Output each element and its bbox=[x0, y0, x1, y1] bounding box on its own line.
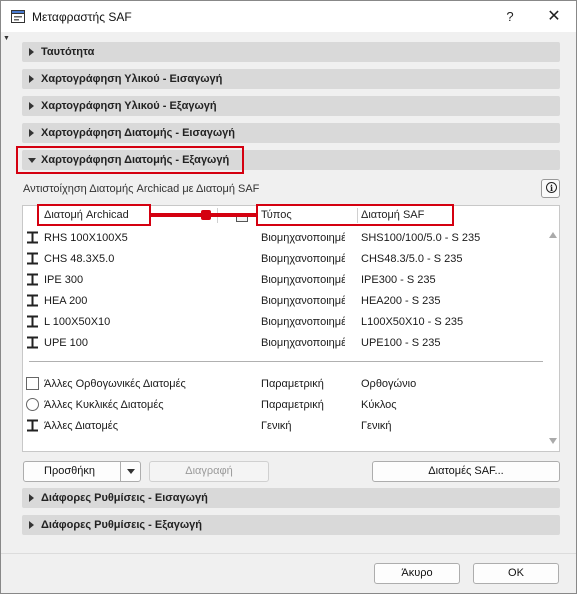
title-bar: Μεταφραστής SAF ? ✕ bbox=[1, 1, 576, 32]
footer-divider bbox=[1, 553, 576, 554]
cell-archicad: Άλλες Διατομές bbox=[44, 420, 118, 432]
info-button[interactable]: i bbox=[541, 179, 560, 198]
list-divider bbox=[29, 361, 543, 362]
cell-type: Γενική bbox=[261, 420, 292, 432]
cell-archicad: CHS 48.3X5.0 bbox=[44, 253, 115, 265]
table-row[interactable]: CHS 48.3X5.0 Βιομηχανοποιημένη CHS48.3/5… bbox=[23, 249, 543, 269]
section-label: Χαρτογράφηση Διατομής - Εισαγωγή bbox=[41, 127, 236, 139]
section-misc-import[interactable]: Διάφορες Ρυθμίσεις - Εισαγωγή bbox=[22, 488, 560, 508]
triangle-right-icon bbox=[29, 75, 34, 83]
circle-profile-icon bbox=[26, 398, 39, 411]
add-dropdown-arrow[interactable] bbox=[120, 462, 141, 481]
cell-type: Βιομηχανοποιημένη bbox=[261, 253, 345, 265]
section-label: Χαρτογράφηση Υλικού - Εισαγωγή bbox=[41, 73, 223, 85]
i-beam-icon bbox=[27, 315, 38, 328]
triangle-right-icon bbox=[29, 129, 34, 137]
cell-archicad: L 100X50X10 bbox=[44, 316, 111, 328]
section-material-export[interactable]: Χαρτογράφηση Υλικού - Εξαγωγή bbox=[22, 96, 560, 116]
cell-saf: SHS100/100/5.0 - S 235 bbox=[361, 232, 481, 244]
ok-button[interactable]: OK bbox=[473, 563, 559, 584]
cell-archicad: HEA 200 bbox=[44, 295, 88, 307]
add-button[interactable]: Προσθήκη bbox=[23, 461, 141, 482]
help-button[interactable]: ? bbox=[495, 1, 525, 32]
cell-type: Βιομηχανοποιημένη bbox=[261, 295, 345, 307]
delete-button[interactable]: Διαγραφή bbox=[149, 461, 269, 482]
triangle-right-icon bbox=[29, 494, 34, 502]
cell-type: Παραμετρική bbox=[261, 378, 324, 390]
cell-saf: HEA200 - S 235 bbox=[361, 295, 441, 307]
section-misc-export[interactable]: Διάφορες Ρυθμίσεις - Εξαγωγή bbox=[22, 515, 560, 535]
cancel-button[interactable]: Άκυρο bbox=[374, 563, 460, 584]
i-beam-icon bbox=[27, 419, 38, 432]
app-icon bbox=[11, 10, 25, 23]
saf-translator-dialog: Μεταφραστής SAF ? ✕ ▼ Ταυτότητα Χαρτογρά… bbox=[0, 0, 577, 594]
cell-archicad: Άλλες Κυκλικές Διατομές bbox=[44, 399, 164, 411]
table-row[interactable]: RHS 100X100X5 Βιομηχανοποιημένη SHS100/1… bbox=[23, 228, 543, 248]
annotation-connector-node bbox=[201, 210, 211, 220]
table-row-other-rect[interactable]: Άλλες Ορθογωνικές Διατομές Παραμετρική Ο… bbox=[23, 374, 543, 394]
scroll-down-arrow-icon[interactable] bbox=[549, 438, 557, 444]
table-row[interactable]: IPE 300 Βιομηχανοποιημένη IPE300 - S 235 bbox=[23, 270, 543, 290]
scroll-up-arrow-icon[interactable] bbox=[549, 232, 557, 238]
mapping-subtitle: Αντιστοίχηση Διατομής Archicad με Διατομ… bbox=[23, 183, 260, 195]
window-title: Μεταφραστής SAF bbox=[32, 10, 132, 24]
chevron-down-icon bbox=[127, 469, 135, 474]
cell-archicad: UPE 100 bbox=[44, 337, 89, 349]
cell-saf: CHS48.3/5.0 - S 235 bbox=[361, 253, 463, 265]
cell-saf: IPE300 - S 235 bbox=[361, 274, 436, 286]
i-beam-icon bbox=[27, 252, 38, 265]
info-icon: i bbox=[546, 182, 557, 193]
cell-saf: UPE100 - S 235 bbox=[361, 337, 441, 349]
cell-type: Βιομηχανοποιημένη bbox=[261, 232, 345, 244]
section-identity[interactable]: Ταυτότητα bbox=[22, 42, 560, 62]
triangle-right-icon bbox=[29, 102, 34, 110]
cell-saf: Ορθογώνιο bbox=[361, 378, 417, 390]
triangle-right-icon bbox=[29, 521, 34, 529]
i-beam-icon bbox=[27, 294, 38, 307]
table-row-other-generic[interactable]: Άλλες Διατομές Γενική Γενική bbox=[23, 416, 543, 436]
section-label: Διάφορες Ρυθμίσεις - Εισαγωγή bbox=[41, 492, 208, 504]
cell-saf: Κύκλος bbox=[361, 399, 397, 411]
section-label: Ταυτότητα bbox=[41, 46, 95, 58]
table-row[interactable]: L 100X50X10 Βιομηχανοποιημένη L100X50X10… bbox=[23, 312, 543, 332]
saf-profiles-button[interactable]: Διατομές SAF... bbox=[372, 461, 560, 482]
cell-saf: L100X50X10 - S 235 bbox=[361, 316, 464, 328]
highlight-box-archicad bbox=[37, 204, 151, 226]
section-label: Διάφορες Ρυθμίσεις - Εξαγωγή bbox=[41, 519, 202, 531]
close-button[interactable]: ✕ bbox=[537, 1, 571, 32]
section-label: Χαρτογράφηση Υλικού - Εξαγωγή bbox=[41, 100, 217, 112]
i-beam-icon bbox=[27, 336, 38, 349]
i-beam-icon bbox=[27, 273, 38, 286]
i-beam-icon bbox=[27, 231, 38, 244]
cell-type: Παραμετρική bbox=[261, 399, 324, 411]
cell-archicad: Άλλες Ορθογωνικές Διατομές bbox=[44, 378, 186, 390]
table-row[interactable]: HEA 200 Βιομηχανοποιημένη HEA200 - S 235 bbox=[23, 291, 543, 311]
cell-saf: Γενική bbox=[361, 420, 392, 432]
collapse-arrow-icon[interactable]: ▼ bbox=[3, 35, 10, 42]
cell-type: Βιομηχανοποιημένη bbox=[261, 337, 345, 349]
profile-mapping-list[interactable]: Διατομή Archicad Τύπος Διατομή SAF RHS 1… bbox=[22, 204, 560, 452]
square-profile-icon bbox=[26, 377, 39, 390]
cell-archicad: IPE 300 bbox=[44, 274, 84, 286]
section-profile-import[interactable]: Χαρτογράφηση Διατομής - Εισαγωγή bbox=[22, 123, 560, 143]
highlight-box-saf bbox=[256, 204, 454, 226]
table-row-other-circle[interactable]: Άλλες Κυκλικές Διατομές Παραμετρική Κύκλ… bbox=[23, 395, 543, 415]
cell-type: Βιομηχανοποιημένη bbox=[261, 316, 345, 328]
section-material-import[interactable]: Χαρτογράφηση Υλικού - Εισαγωγή bbox=[22, 69, 560, 89]
highlight-box-section bbox=[16, 146, 244, 174]
table-row[interactable]: UPE 100 Βιομηχανοποιημένη UPE100 - S 235 bbox=[23, 333, 543, 353]
add-button-label: Προσθήκη bbox=[44, 465, 95, 477]
cell-archicad: RHS 100X100X5 bbox=[44, 232, 128, 244]
triangle-right-icon bbox=[29, 48, 34, 56]
cell-type: Βιομηχανοποιημένη bbox=[261, 274, 345, 286]
